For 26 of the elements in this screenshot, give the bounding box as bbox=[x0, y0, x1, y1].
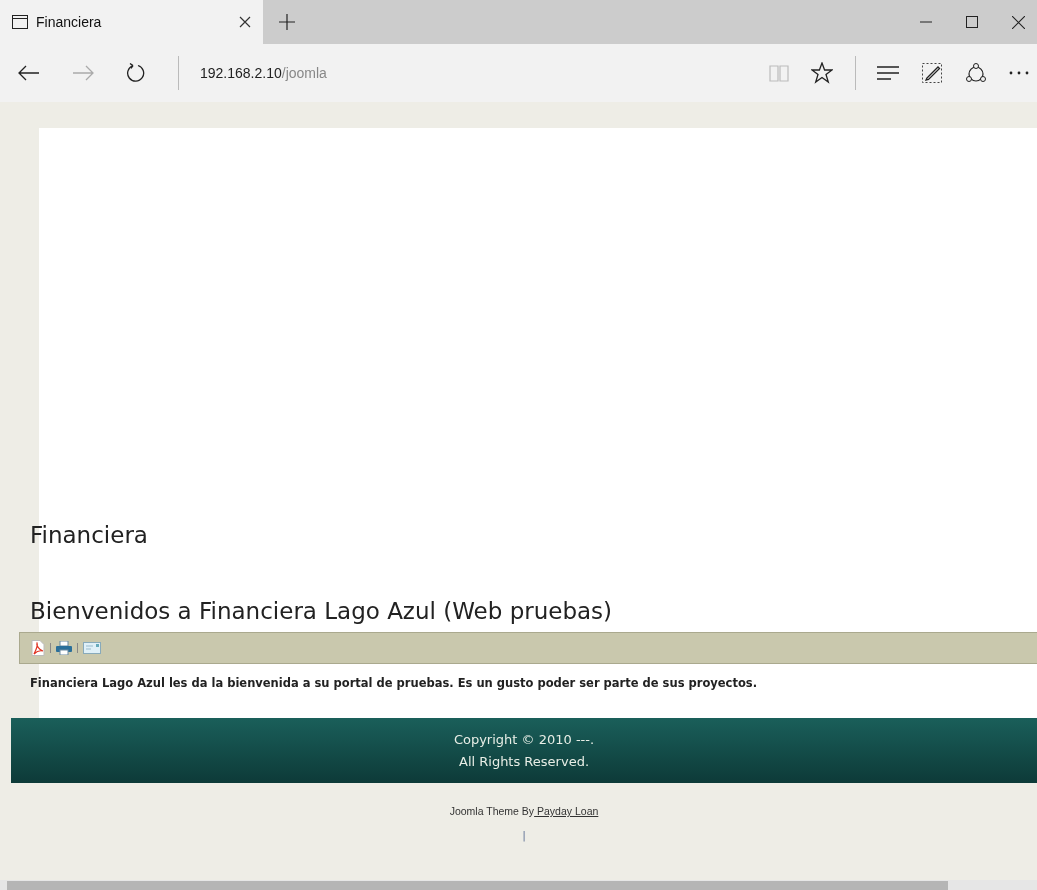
print-icon[interactable] bbox=[56, 641, 72, 655]
menu-icon[interactable] bbox=[877, 66, 899, 80]
close-icon[interactable] bbox=[1012, 15, 1025, 29]
maximize-icon[interactable] bbox=[966, 16, 978, 28]
credit-text: Joomla Theme By bbox=[449, 805, 535, 817]
refresh-icon[interactable] bbox=[126, 63, 146, 83]
tab-page-icon bbox=[12, 15, 28, 29]
article-text: Financiera Lago Azul les da la bienvenida a su portal de pruebas. Es un gusto poder ser parte de sus proyectos. bbox=[30, 676, 758, 690]
scrollbar-thumb[interactable] bbox=[7, 881, 948, 890]
close-tab-icon[interactable] bbox=[239, 16, 251, 28]
horizontal-scrollbar[interactable] bbox=[0, 880, 1037, 890]
new-tab-icon[interactable] bbox=[279, 14, 295, 30]
site-title: Financiera bbox=[30, 522, 149, 548]
star-icon[interactable] bbox=[811, 62, 833, 84]
back-icon[interactable] bbox=[18, 65, 40, 81]
copyright-text: All Rights Reserved. bbox=[459, 752, 589, 771]
theme-link[interactable]: Payday Loan bbox=[534, 805, 599, 817]
copyright-text: Copyright © 2010 ---. bbox=[453, 730, 595, 749]
pen-note-icon[interactable] bbox=[921, 62, 943, 84]
more-icon[interactable] bbox=[1009, 71, 1029, 75]
address-field[interactable]: 192.168.2.10/joomla bbox=[200, 65, 769, 81]
share-icon[interactable] bbox=[965, 62, 987, 84]
browser-tab[interactable]: Financiera bbox=[0, 0, 263, 44]
separator-text: | bbox=[521, 829, 527, 842]
article-title: Bienvenidos a Financiera Lago Azul (Web pruebas) bbox=[30, 598, 614, 624]
pdf-icon[interactable] bbox=[31, 640, 45, 656]
